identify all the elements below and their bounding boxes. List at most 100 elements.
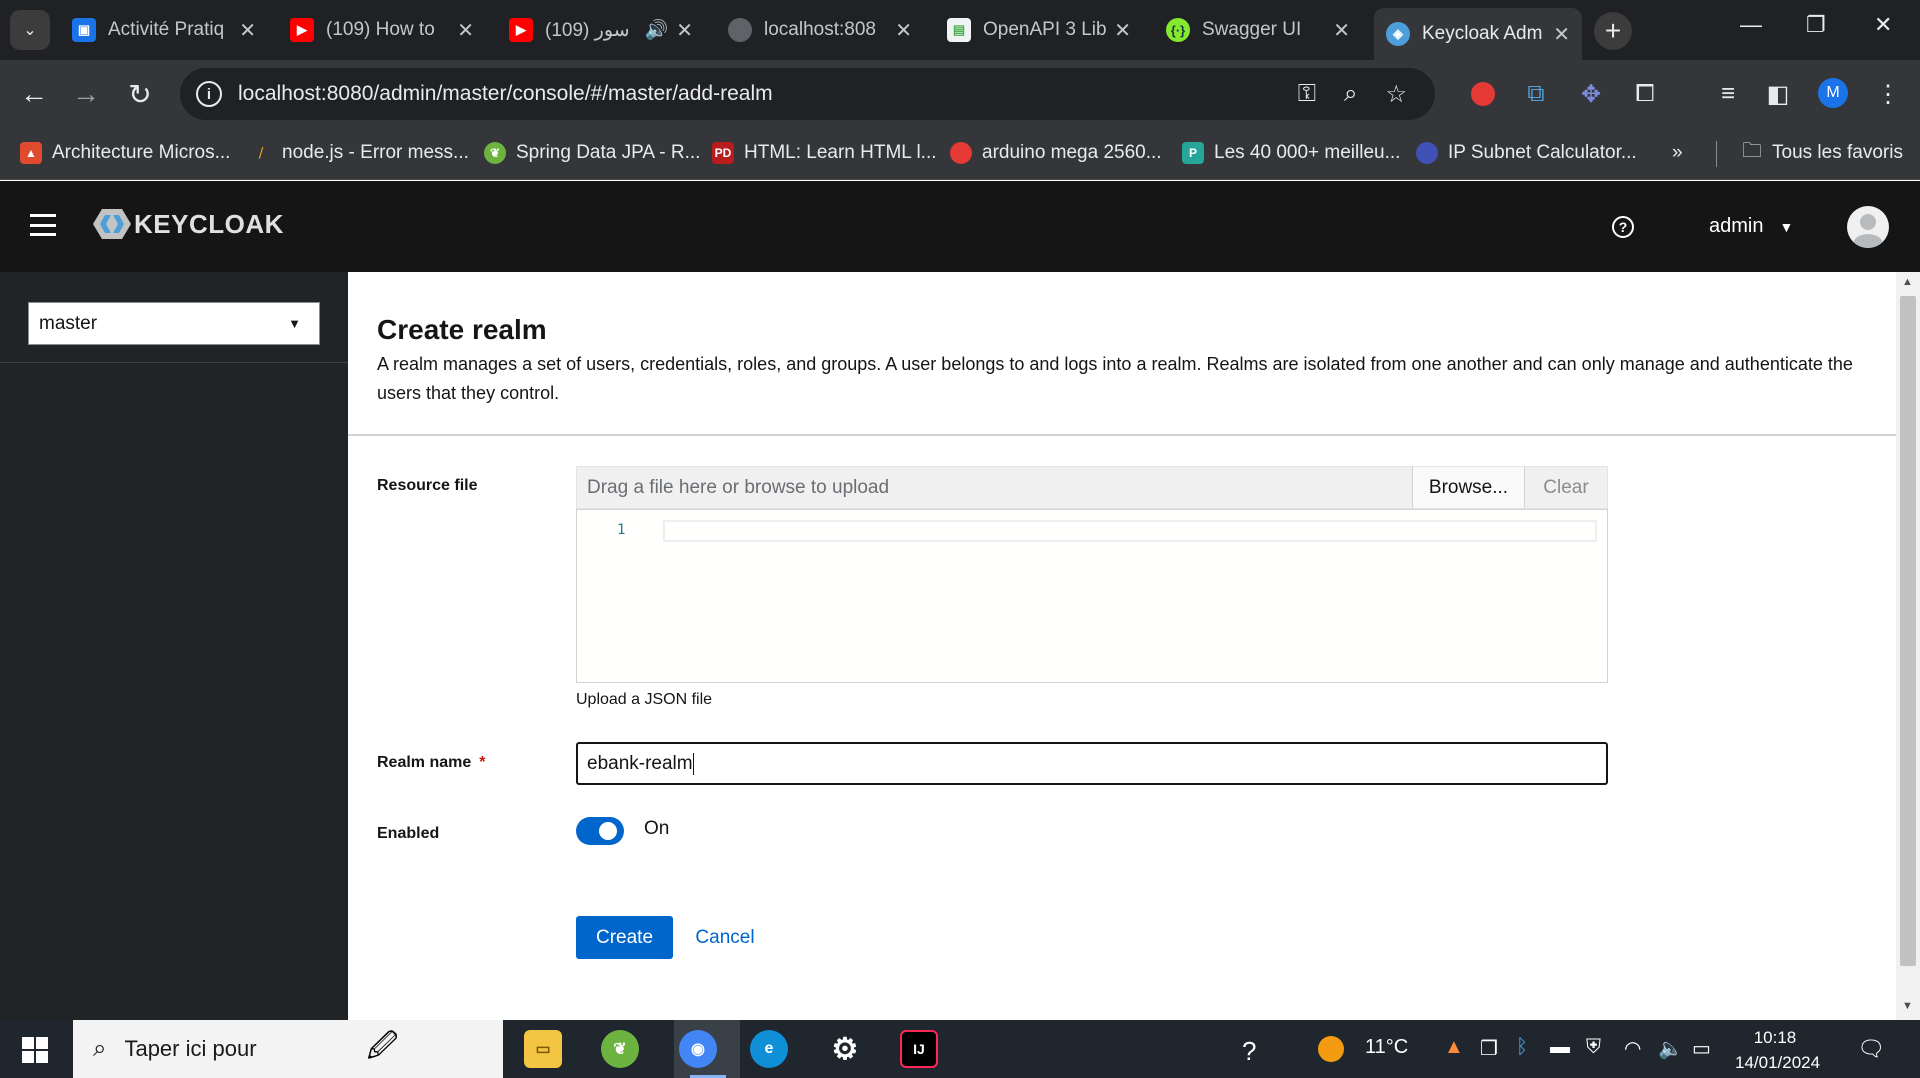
file-upload-bar[interactable]: Drag a file here or browse to upload Bro…	[576, 466, 1608, 509]
windows-start-icon[interactable]	[22, 1037, 48, 1063]
star-icon[interactable]: ☆	[1385, 80, 1407, 109]
back-button[interactable]: ←	[14, 74, 54, 114]
notification-icon[interactable]: 🗨	[1857, 1036, 1885, 1062]
file-explorer-icon[interactable]: ▭	[524, 1030, 562, 1068]
new-tab-button[interactable]: +	[1594, 12, 1632, 50]
scroll-up-icon[interactable]: ▲	[1902, 276, 1913, 288]
close-tab-icon[interactable]: ✕	[1333, 18, 1350, 43]
bookmark-item[interactable]: ⧸ node.js - Error mess...	[250, 138, 469, 168]
resource-file-label: Resource file	[377, 477, 478, 494]
help-icon[interactable]: ?	[1612, 216, 1634, 238]
realm-name-label-text: Realm name	[377, 754, 472, 771]
taskbar-clock[interactable]: 10:18 14/01/2024	[1735, 1025, 1820, 1075]
all-bookmarks-folder[interactable]: 🗀 Tous les favoris	[1742, 138, 1903, 168]
bookmark-item[interactable]: PD HTML: Learn HTML l...	[712, 138, 937, 168]
spring-tool-suite-icon[interactable]: ❦	[601, 1030, 639, 1068]
close-tab-icon[interactable]: ✕	[1114, 18, 1131, 43]
chevron-down-icon: ⌄	[23, 22, 37, 39]
restore-icon[interactable]: ❐	[1806, 12, 1826, 38]
close-tab-icon[interactable]: ✕	[1553, 22, 1570, 47]
search-highlight-illustration-icon: 🖉	[366, 1029, 399, 1063]
browse-button[interactable]: Browse...	[1412, 467, 1524, 508]
translate-extension-icon[interactable]: ⧉	[1518, 76, 1554, 112]
tab-title: localhost:808	[764, 19, 876, 40]
edge-icon[interactable]: e	[750, 1030, 788, 1068]
spring-favicon-icon: ❦	[484, 142, 506, 164]
device-tray-icon[interactable]: ▬	[1550, 1036, 1570, 1059]
adblock-extension-icon[interactable]	[1465, 76, 1501, 112]
help-tray-icon[interactable]: ?	[1242, 1036, 1256, 1067]
bookmarks-overflow-button[interactable]: »	[1672, 138, 1683, 168]
more-menu-icon[interactable]: ⋮	[1870, 76, 1906, 112]
hamburger-menu-icon[interactable]	[30, 214, 56, 236]
enabled-toggle[interactable]	[576, 817, 624, 845]
browser-tab[interactable]: ▶ (109) How to ✕	[278, 8, 486, 52]
window-tray-icon[interactable]: ❐	[1480, 1036, 1498, 1061]
scroll-down-icon[interactable]: ▼	[1902, 1000, 1913, 1012]
realm-selector[interactable]: master ▼	[28, 302, 320, 345]
caret-down-icon: ▼	[288, 316, 301, 331]
taskbar-search-box[interactable]: ⌕ Taper ici pour 🖉	[73, 1020, 503, 1078]
reload-button[interactable]: ↻	[120, 74, 160, 114]
close-tab-icon[interactable]: ✕	[457, 18, 474, 43]
address-bar[interactable]: i localhost:8080/admin/master/console/#/…	[180, 68, 1435, 120]
user-avatar[interactable]	[1847, 206, 1889, 248]
bluetooth-icon[interactable]: ᛒ	[1516, 1036, 1528, 1059]
forward-button[interactable]: →	[66, 74, 106, 114]
close-tab-icon[interactable]: ✕	[239, 18, 256, 43]
speaker-icon[interactable]: 🔊	[645, 18, 669, 42]
keycloak-logo-icon	[93, 209, 131, 239]
tab-title: Swagger UI	[1202, 19, 1302, 40]
vertical-scrollbar[interactable]: ▲ ▼	[1896, 272, 1920, 1020]
create-button[interactable]: Create	[576, 916, 673, 959]
app-tray-icon[interactable]: ▲	[1444, 1036, 1464, 1059]
browser-tab[interactable]: ▶ (109) سور 🔊 ✕	[497, 8, 705, 52]
browser-tab[interactable]: ▤ OpenAPI 3 Lib ✕	[935, 8, 1143, 52]
minimize-icon[interactable]: —	[1740, 12, 1762, 38]
close-window-icon[interactable]: ✕	[1874, 12, 1892, 38]
bookmark-item[interactable]: IP Subnet Calculator...	[1416, 138, 1637, 168]
bookmark-item[interactable]: P Les 40 000+ meilleu...	[1182, 138, 1400, 168]
realm-selector-value: master	[39, 312, 98, 334]
browser-tab-active[interactable]: ◈ Keycloak Adm ✕	[1374, 8, 1582, 60]
battery-icon[interactable]: ▭	[1692, 1036, 1711, 1061]
browser-toolbar: ← → ↻ i localhost:8080/admin/master/cons…	[0, 60, 1920, 128]
cancel-button[interactable]: Cancel	[684, 916, 766, 959]
side-panel-icon[interactable]: ◧	[1760, 76, 1796, 112]
profile-avatar[interactable]: M	[1818, 78, 1848, 108]
url-text[interactable]: localhost:8080/admin/master/console/#/ma…	[238, 82, 1298, 106]
extension-icon[interactable]: ✥	[1573, 76, 1609, 112]
puzzle-icon[interactable]: ⧠	[1627, 76, 1663, 112]
close-tab-icon[interactable]: ✕	[895, 18, 912, 43]
caret-down-icon: ▼	[1779, 218, 1794, 235]
browser-tab[interactable]: localhost:808 ✕	[716, 8, 924, 52]
keycloak-logo[interactable]: KEYCLOAK	[92, 207, 284, 241]
realm-name-input[interactable]: ebank-realm	[576, 742, 1608, 785]
user-dropdown[interactable]: admin ▼	[1709, 215, 1793, 238]
wifi-icon[interactable]: ◠	[1624, 1036, 1641, 1061]
chrome-icon[interactable]: ◉	[679, 1030, 717, 1068]
settings-gear-icon[interactable]: ⚙	[826, 1030, 864, 1068]
bookmark-item[interactable]: arduino mega 2560...	[950, 138, 1162, 168]
temperature-text[interactable]: 11°C	[1365, 1036, 1408, 1059]
scrollbar-thumb[interactable]	[1900, 296, 1916, 966]
json-code-editor[interactable]: 1	[576, 509, 1608, 683]
weather-sun-icon	[1318, 1036, 1344, 1068]
volume-icon[interactable]: 🔈	[1658, 1036, 1683, 1061]
intellij-idea-icon[interactable]: IJ	[900, 1030, 938, 1068]
browser-tab-strip: ⌄ ▣ Activité Pratiq ✕ ▶ (109) How to ✕ ▶…	[0, 0, 1920, 60]
media-controls-icon[interactable]: ≡	[1710, 76, 1746, 112]
info-icon[interactable]: i	[196, 81, 222, 107]
shield-icon[interactable]: ⛨	[1586, 1036, 1601, 1059]
browser-tab[interactable]: ▣ Activité Pratiq ✕	[60, 8, 268, 52]
close-tab-icon[interactable]: ✕	[676, 18, 693, 43]
bookmark-item[interactable]: ▲ Architecture Micros...	[20, 138, 230, 168]
tab-search-button[interactable]: ⌄	[10, 10, 50, 50]
zoom-icon[interactable]: ⌕	[1344, 80, 1357, 108]
section-divider	[348, 434, 1896, 436]
clear-button[interactable]: Clear	[1524, 467, 1607, 508]
file-upload-placeholder[interactable]: Drag a file here or browse to upload	[577, 477, 1412, 499]
key-icon[interactable]: ⚿	[1298, 80, 1316, 108]
bookmark-item[interactable]: ❦ Spring Data JPA - R...	[484, 138, 700, 168]
browser-tab[interactable]: {·} Swagger UI ✕	[1154, 8, 1362, 52]
